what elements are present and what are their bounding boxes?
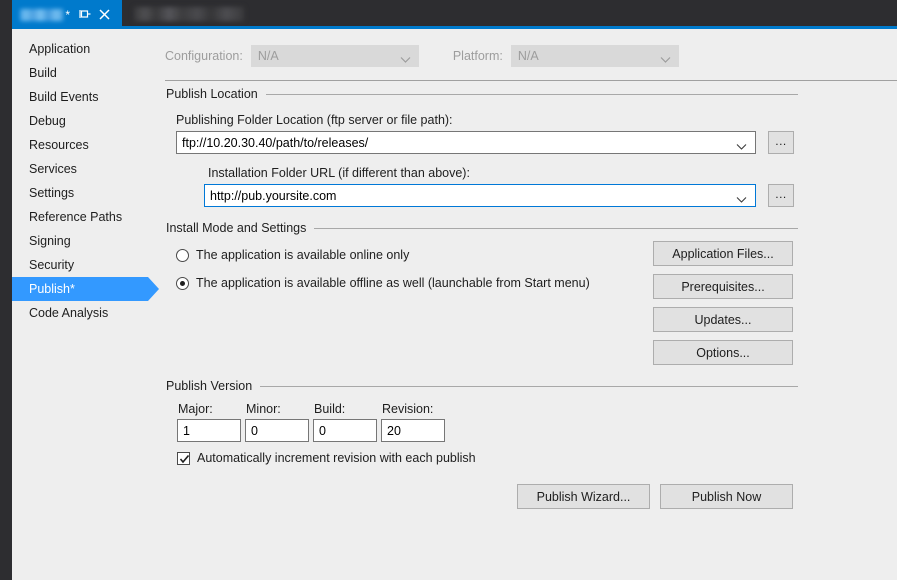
- install-mode-group-header: Install Mode and Settings: [166, 221, 798, 235]
- auto-increment-checkbox-row[interactable]: Automatically increment revision with ea…: [177, 451, 476, 465]
- build-input[interactable]: 0: [313, 419, 377, 442]
- main-pane: Configuration: N/A Platform: N/A Publish…: [160, 29, 897, 580]
- radio-offline-also[interactable]: The application is available offline as …: [176, 276, 590, 290]
- sidebar-item-security[interactable]: Security: [12, 253, 160, 277]
- publish-properties-window: * Application Build Build Events Debug R…: [0, 0, 897, 580]
- sidebar-item-resources[interactable]: Resources: [12, 133, 160, 157]
- revision-label: Revision:: [382, 402, 434, 416]
- sidebar-item-publish[interactable]: Publish*: [12, 277, 159, 301]
- prerequisites-button[interactable]: Prerequisites...: [653, 274, 793, 299]
- tab-modified-asterisk: *: [65, 7, 70, 22]
- document-tab[interactable]: *: [12, 0, 122, 29]
- sidebar-item-debug[interactable]: Debug: [12, 109, 160, 133]
- platform-value: N/A: [517, 49, 539, 63]
- radio-icon-offline-selected: [176, 276, 189, 290]
- major-label: Major:: [178, 402, 213, 416]
- chevron-down-icon: [660, 53, 671, 67]
- left-rail: [0, 0, 12, 580]
- sidebar: Application Build Build Events Debug Res…: [12, 29, 160, 580]
- publish-now-button[interactable]: Publish Now: [660, 484, 793, 509]
- sidebar-item-code-analysis[interactable]: Code Analysis: [12, 301, 160, 325]
- group-rule: [265, 93, 798, 95]
- sidebar-item-build-events[interactable]: Build Events: [12, 85, 160, 109]
- auto-increment-label: Automatically increment revision with ea…: [197, 451, 476, 465]
- publishing-folder-browse-button[interactable]: ...: [768, 131, 794, 154]
- sidebar-item-build[interactable]: Build: [12, 61, 160, 85]
- chevron-down-icon: [400, 53, 411, 67]
- configuration-row: Configuration: N/A Platform: N/A: [165, 45, 679, 67]
- publish-location-title: Publish Location: [166, 87, 258, 101]
- group-rule: [260, 385, 798, 387]
- configuration-select[interactable]: N/A: [250, 45, 419, 67]
- sidebar-item-reference-paths[interactable]: Reference Paths: [12, 205, 160, 229]
- major-input[interactable]: 1: [177, 419, 241, 442]
- chevron-down-icon[interactable]: [736, 193, 747, 207]
- options-button[interactable]: Options...: [653, 340, 793, 365]
- application-files-button[interactable]: Application Files...: [653, 241, 793, 266]
- radio-online-only[interactable]: The application is available online only: [176, 248, 409, 262]
- updates-button[interactable]: Updates...: [653, 307, 793, 332]
- installation-url-label: Installation Folder URL (if different th…: [208, 166, 470, 180]
- revision-input[interactable]: 20: [381, 419, 445, 442]
- platform-label: Platform:: [452, 49, 503, 63]
- tab-title-redacted: [20, 8, 64, 21]
- title-bar: *: [12, 0, 897, 29]
- build-label: Build:: [314, 402, 346, 416]
- header-divider: [165, 80, 897, 81]
- installation-url-input[interactable]: http://pub.yoursite.com: [204, 184, 756, 207]
- sidebar-item-signing[interactable]: Signing: [12, 229, 160, 253]
- publish-location-group-header: Publish Location: [166, 87, 798, 101]
- minor-label: Minor:: [246, 402, 281, 416]
- configuration-label: Configuration:: [165, 49, 243, 63]
- radio-offline-label: The application is available offline as …: [196, 276, 590, 290]
- publishing-folder-label: Publishing Folder Location (ftp server o…: [176, 113, 453, 127]
- chevron-down-icon[interactable]: [736, 140, 747, 154]
- close-icon[interactable]: [98, 7, 111, 22]
- installation-url-value: http://pub.yoursite.com: [210, 188, 337, 203]
- sidebar-item-application[interactable]: Application: [12, 37, 160, 61]
- install-mode-title: Install Mode and Settings: [166, 221, 307, 235]
- sidebar-item-services[interactable]: Services: [12, 157, 160, 181]
- publishing-folder-input[interactable]: ftp://10.20.30.40/path/to/releases/: [176, 131, 756, 154]
- publish-wizard-button[interactable]: Publish Wizard...: [517, 484, 650, 509]
- publish-version-group-header: Publish Version: [166, 379, 798, 393]
- checkbox-icon-checked: [177, 451, 190, 465]
- minor-input[interactable]: 0: [245, 419, 309, 442]
- radio-icon-online: [176, 248, 189, 262]
- publish-version-title: Publish Version: [166, 379, 253, 393]
- document-title-redacted: [134, 7, 244, 21]
- publishing-folder-value: ftp://10.20.30.40/path/to/releases/: [182, 135, 369, 150]
- group-rule: [314, 227, 798, 229]
- platform-select[interactable]: N/A: [510, 45, 679, 67]
- installation-url-browse-button[interactable]: ...: [768, 184, 794, 207]
- configuration-value: N/A: [257, 49, 279, 63]
- radio-online-label: The application is available online only: [196, 248, 410, 262]
- pin-icon[interactable]: [79, 7, 92, 22]
- sidebar-item-settings[interactable]: Settings: [12, 181, 160, 205]
